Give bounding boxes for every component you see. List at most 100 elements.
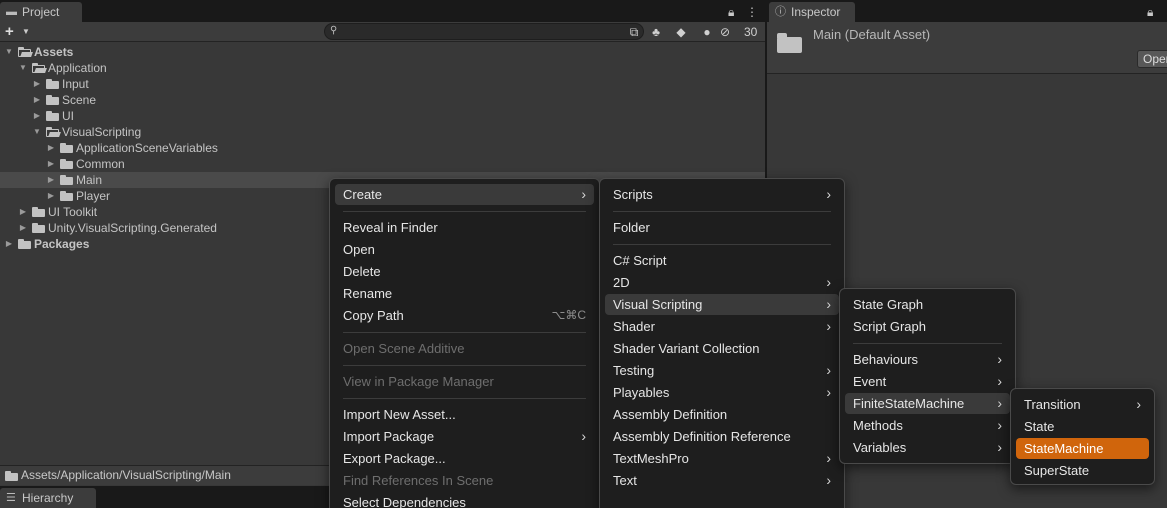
menu-item-copy-path[interactable]: Copy Path ⌥⌘C [335, 305, 594, 326]
tree-row-input[interactable]: ▶ Input [0, 76, 765, 92]
menu-item-label: Delete [343, 264, 381, 279]
menu-item-import-package[interactable]: Import Package › [335, 426, 594, 447]
tree-row-applicationscenevariables[interactable]: ▶ ApplicationSceneVariables [0, 140, 765, 156]
tree-row-scene[interactable]: ▶ Scene [0, 92, 765, 108]
filter-by-label-icon[interactable]: ◆ [672, 24, 690, 40]
menu-item-playables[interactable]: Playables › [605, 382, 839, 403]
expand-right-icon[interactable]: ▶ [4, 236, 14, 252]
menu-item-textmeshpro[interactable]: TextMeshPro › [605, 448, 839, 469]
lock-icon[interactable]: 🔒︎ [1147, 2, 1153, 22]
tab-inspector-label: Inspector [791, 5, 841, 19]
tree-row-ui[interactable]: ▶ UI [0, 108, 765, 124]
tree-row-assets[interactable]: ▼ Assets [0, 44, 765, 60]
menu-item-script-graph[interactable]: Script Graph [845, 316, 1010, 337]
menu-item-label: State Graph [853, 297, 924, 312]
tab-inspector[interactable]: ⓘ Inspector [769, 2, 855, 22]
warning-filter-icon[interactable]: ● [698, 24, 716, 40]
menu-item-delete[interactable]: Delete [335, 261, 594, 282]
menu-item-label: Testing [613, 363, 655, 378]
menu-item-label: Event [853, 374, 887, 389]
menu-item-view-in-package-manager: View in Package Manager [335, 371, 594, 392]
menu-item-label: Behaviours [853, 352, 919, 367]
menu-item-select-dependencies[interactable]: Select Dependencies [335, 492, 594, 508]
menu-item-testing[interactable]: Testing › [605, 360, 839, 381]
add-button[interactable]: + [5, 22, 14, 42]
search-icon: ⚲ [330, 25, 338, 36]
menu-item-create[interactable]: Create › [335, 184, 594, 205]
hidden-packages-icon[interactable]: ⊘ [718, 24, 732, 40]
expand-down-icon[interactable]: ▼ [18, 60, 28, 76]
expand-right-icon[interactable]: ▶ [32, 76, 42, 92]
lock-icon[interactable]: 🔒︎ [728, 2, 734, 22]
tree-row-label: ApplicationSceneVariables [76, 141, 218, 155]
expand-right-icon[interactable]: ▶ [18, 220, 28, 236]
menu-item-shader-variant-collection[interactable]: Shader Variant Collection [605, 338, 839, 359]
menu-item-folder[interactable]: Folder [605, 217, 839, 238]
menu-separator [343, 365, 586, 366]
menu-item-superstate[interactable]: SuperState [1016, 460, 1149, 481]
menu-item-text[interactable]: Text › [605, 470, 839, 491]
search-input[interactable] [343, 24, 623, 40]
tree-row-label: Application [48, 61, 107, 75]
menu-item-event[interactable]: Event › [845, 371, 1010, 392]
expand-right-icon[interactable]: ▶ [18, 204, 28, 220]
tree-row-application[interactable]: ▼ Application [0, 60, 765, 76]
chevron-right-icon: › [826, 450, 831, 466]
tab-project[interactable]: ▬ Project [0, 2, 82, 22]
expand-right-icon[interactable]: ▶ [46, 188, 56, 204]
folder-icon [32, 207, 45, 217]
menu-item-label: Folder [613, 220, 650, 235]
menu-item-reveal-in-finder[interactable]: Reveal in Finder [335, 217, 594, 238]
expand-down-icon[interactable]: ▼ [4, 44, 14, 60]
menu-item-visual-scripting[interactable]: Visual Scripting › [605, 294, 839, 315]
menu-item-finitestatemachine[interactable]: FiniteStateMachine › [845, 393, 1010, 414]
chevron-right-icon: › [581, 186, 586, 202]
menu-item-open[interactable]: Open [335, 239, 594, 260]
expand-right-icon[interactable]: ▶ [32, 108, 42, 124]
menu-item-label: StateMachine [1024, 441, 1104, 456]
search-field[interactable]: ⚲ ⧉ [324, 23, 644, 40]
folder-icon [60, 175, 73, 185]
menu-item-c-script[interactable]: C# Script [605, 250, 839, 271]
menu-item-label: Variables [853, 440, 907, 455]
menu-item-find-references-in-scene: Find References In Scene [335, 470, 594, 491]
menu-item-rename[interactable]: Rename [335, 283, 594, 304]
open-button[interactable]: Open [1137, 50, 1167, 68]
menu-item-statemachine[interactable]: StateMachine [1016, 438, 1149, 459]
menu-item-label: 2D [613, 275, 630, 290]
chevron-right-icon: › [581, 428, 586, 444]
expand-right-icon[interactable]: ▶ [32, 92, 42, 108]
menu-item-transition[interactable]: Transition › [1016, 394, 1149, 415]
menu-item-import-new-asset[interactable]: Import New Asset... [335, 404, 594, 425]
menu-item-state[interactable]: State [1016, 416, 1149, 437]
menu-item-open-scene-additive: Open Scene Additive [335, 338, 594, 359]
search-by-type-icon[interactable]: ⧉ [625, 24, 643, 40]
menu-item-behaviours[interactable]: Behaviours › [845, 349, 1010, 370]
menu-item-state-graph[interactable]: State Graph [845, 294, 1010, 315]
tree-row-common[interactable]: ▶ Common [0, 156, 765, 172]
expand-right-icon[interactable]: ▶ [46, 140, 56, 156]
expand-right-icon[interactable]: ▶ [46, 172, 56, 188]
folder-icon [18, 239, 31, 249]
menu-item-methods[interactable]: Methods › [845, 415, 1010, 436]
expand-right-icon[interactable]: ▶ [46, 156, 56, 172]
menu-item-scripts[interactable]: Scripts › [605, 184, 839, 205]
tree-row-visualscripting[interactable]: ▼ VisualScripting [0, 124, 765, 140]
menu-item-label: Import Package [343, 429, 435, 444]
hidden-packages-count: 30 [744, 25, 758, 39]
menu-item-variables[interactable]: Variables › [845, 437, 1010, 458]
inspector-header: Main (Default Asset) Open [767, 22, 1167, 74]
tab-hierarchy-label: Hierarchy [22, 491, 74, 505]
menu-item-2d[interactable]: 2D › [605, 272, 839, 293]
chevron-down-icon[interactable]: ▼ [22, 22, 30, 42]
kebab-menu-icon[interactable]: ⋮ [746, 2, 758, 22]
menu-item-export-package[interactable]: Export Package... [335, 448, 594, 469]
expand-down-icon[interactable]: ▼ [32, 124, 42, 140]
filter-by-type-icon[interactable]: ♣ [647, 24, 665, 40]
menu-item-shader[interactable]: Shader › [605, 316, 839, 337]
tab-hierarchy[interactable]: ☰ Hierarchy [0, 488, 96, 508]
folder-open-icon [46, 127, 59, 137]
menu-item-assembly-definition-reference[interactable]: Assembly Definition Reference [605, 426, 839, 447]
menu-item-assembly-definition[interactable]: Assembly Definition [605, 404, 839, 425]
menu-item-label: Shader Variant Collection [613, 341, 760, 356]
